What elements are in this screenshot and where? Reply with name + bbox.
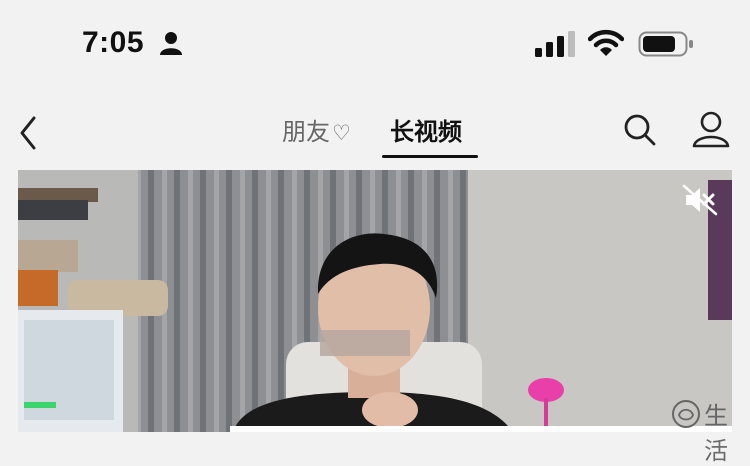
tab-long-video[interactable]: 长视频: [390, 112, 462, 147]
watermark: 生活: [670, 394, 750, 465]
video-player[interactable]: [18, 170, 732, 432]
wifi-icon: [588, 29, 624, 56]
back-button[interactable]: [10, 106, 46, 154]
tab-friends-label: 朋友: [282, 118, 330, 146]
active-tab-indicator: [382, 155, 478, 158]
chevron-left-icon: [20, 116, 36, 150]
signal-icon: [535, 31, 575, 57]
profile-button[interactable]: [690, 108, 732, 152]
heart-icon: ♡: [332, 121, 351, 145]
tab-long-video-label: 长视频: [390, 118, 462, 146]
status-time: 7:05: [82, 26, 145, 59]
video-frame: [18, 170, 732, 432]
mute-icon: [682, 184, 718, 216]
search-icon: [624, 114, 656, 146]
nav-bar: 朋友♡ 长视频: [0, 100, 750, 166]
watermark-logo: [672, 400, 700, 428]
search-button[interactable]: [620, 108, 660, 152]
user-icon: [692, 111, 730, 148]
tab-friends[interactable]: 朋友♡: [282, 112, 351, 147]
mute-button[interactable]: [682, 184, 718, 216]
person-icon: [160, 32, 182, 55]
battery-icon: [638, 31, 693, 57]
status-bar: 7:05: [0, 0, 750, 90]
watermark-text: 生活: [704, 402, 728, 465]
